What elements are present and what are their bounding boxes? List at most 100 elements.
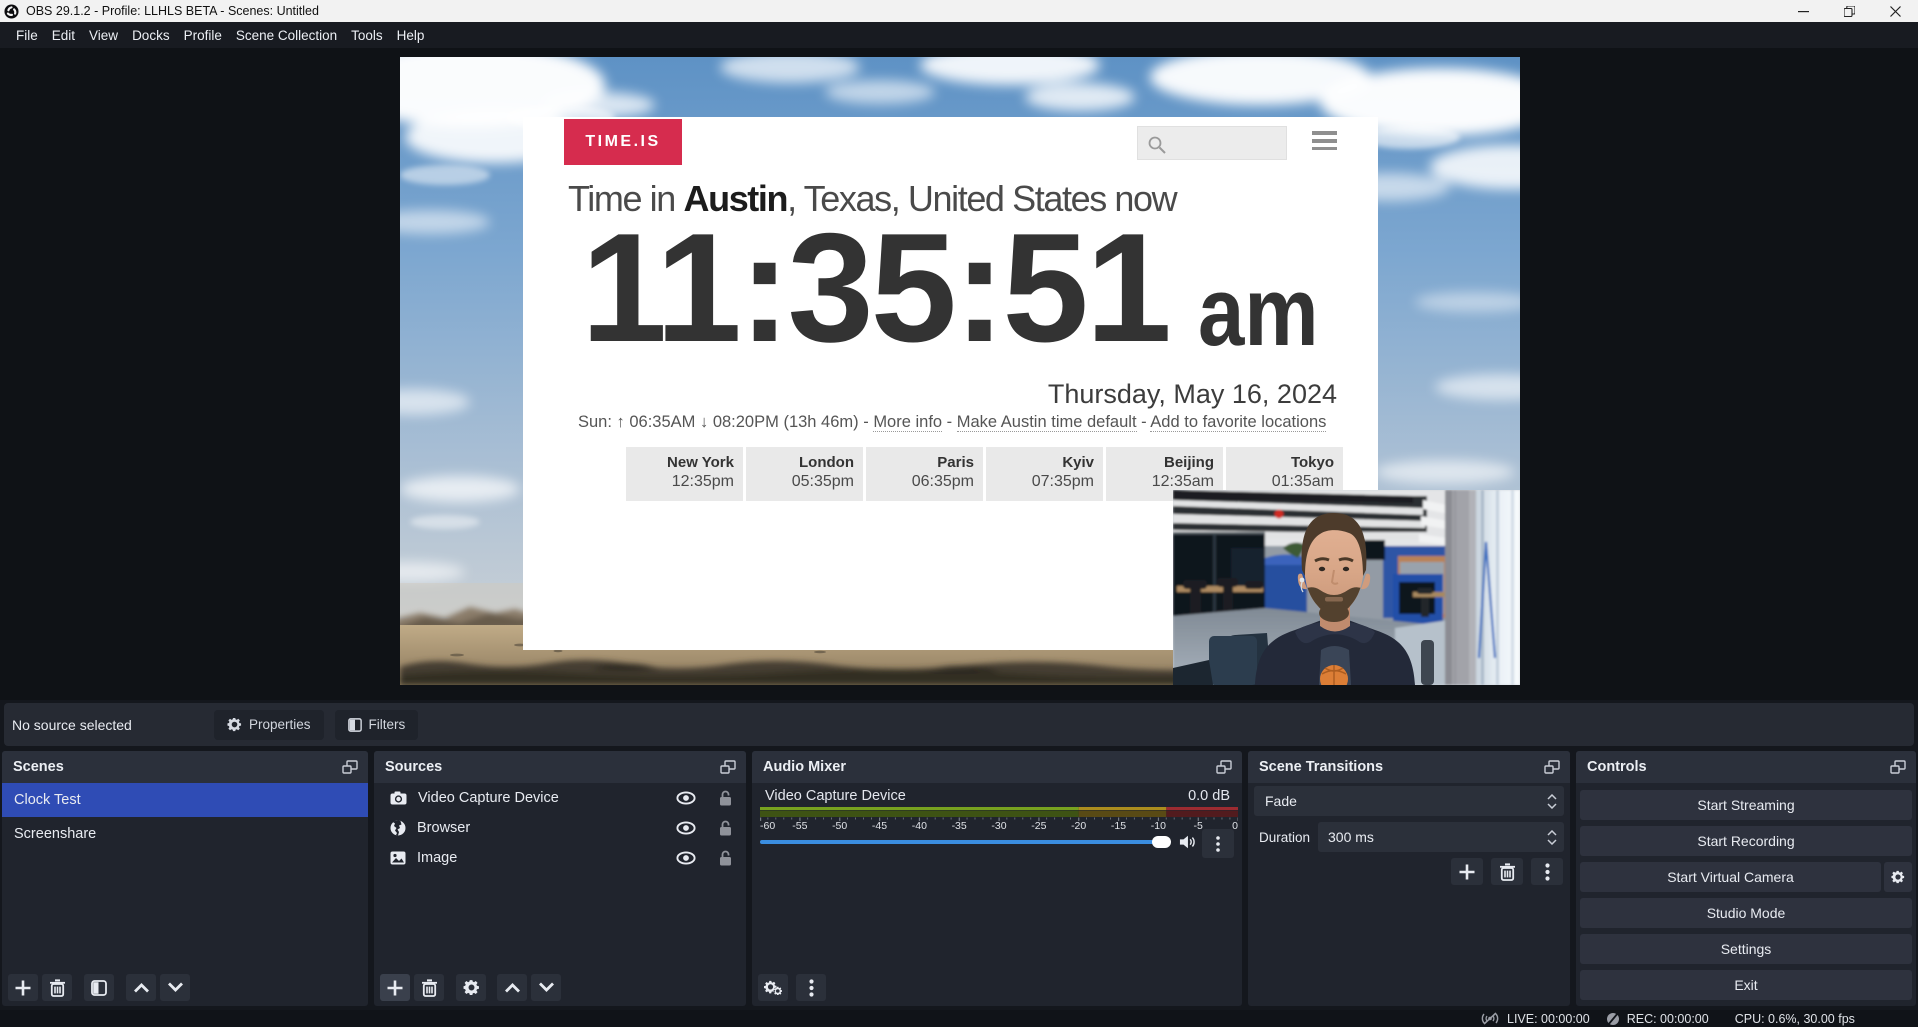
menu-edit[interactable]: Edit xyxy=(45,22,82,48)
advanced-audio-button[interactable] xyxy=(758,974,788,1001)
link-separator: - xyxy=(1137,413,1151,431)
minimize-button[interactable] xyxy=(1780,0,1826,22)
make-default-link[interactable]: Make Austin time default xyxy=(957,413,1137,432)
filters-button[interactable]: Filters xyxy=(335,710,419,740)
source-properties-button[interactable] xyxy=(456,974,486,1001)
menu-scene-collection[interactable]: Scene Collection xyxy=(229,22,344,48)
source-browser[interactable]: Browser xyxy=(374,813,746,843)
exit-button[interactable]: Exit xyxy=(1580,970,1912,1000)
volume-slider[interactable] xyxy=(760,833,1197,851)
start-recording-button[interactable]: Start Recording xyxy=(1580,826,1912,856)
start-streaming-button[interactable]: Start Streaming xyxy=(1580,790,1912,820)
image-icon xyxy=(390,851,406,865)
more-info-link[interactable]: More info xyxy=(873,413,942,432)
duration-spinbox[interactable]: 300 ms xyxy=(1318,822,1564,852)
restore-button[interactable] xyxy=(1826,0,1872,22)
remove-source-button[interactable] xyxy=(414,974,444,1001)
menu-docks[interactable]: Docks xyxy=(125,22,177,48)
live-status-icon xyxy=(1480,1012,1500,1025)
scene-label: Clock Test xyxy=(14,792,81,808)
controls-title: Controls xyxy=(1587,759,1647,775)
gear-icon xyxy=(227,717,242,732)
menu-help[interactable]: Help xyxy=(390,22,432,48)
mixer-channel-level: 0.0 dB xyxy=(1188,788,1230,804)
title-bar: OBS 29.1.2 - Profile: LLHLS BETA - Scene… xyxy=(0,0,1918,22)
studio-mode-button[interactable]: Studio Mode xyxy=(1580,898,1912,928)
popout-icon[interactable] xyxy=(720,760,736,774)
scene-label: Screenshare xyxy=(14,826,96,842)
popout-icon[interactable] xyxy=(1890,760,1906,774)
menu-profile[interactable]: Profile xyxy=(177,22,229,48)
menu-tools[interactable]: Tools xyxy=(344,22,390,48)
mixer-channel-menu-button[interactable] xyxy=(1202,829,1234,858)
timeis-ampm: am xyxy=(1198,263,1319,360)
up-icon xyxy=(504,982,521,993)
properties-button[interactable]: Properties xyxy=(214,710,324,740)
spinner-control[interactable] xyxy=(1540,794,1564,809)
city-name: Tokyo xyxy=(1226,454,1334,471)
remove-scene-button[interactable] xyxy=(42,974,72,1001)
spinner-control[interactable] xyxy=(1540,830,1564,845)
city-newyork[interactable]: New York12:35pm xyxy=(626,447,743,501)
move-scene-down-button[interactable] xyxy=(160,974,190,1001)
sources-panel: Sources Video Capture DeviceBrowserImage xyxy=(374,751,746,1006)
close-button[interactable] xyxy=(1872,0,1918,22)
mixer-channel-name: Video Capture Device xyxy=(765,788,906,804)
popout-icon[interactable] xyxy=(1216,760,1232,774)
popout-icon[interactable] xyxy=(1544,760,1560,774)
tick-label: -10 xyxy=(1151,820,1166,832)
spin-down-icon[interactable] xyxy=(1547,839,1557,845)
spin-up-icon[interactable] xyxy=(1547,830,1557,836)
add-transition-button[interactable] xyxy=(1451,858,1483,885)
obs-window: OBS 29.1.2 - Profile: LLHLS BETA - Scene… xyxy=(0,0,1918,1027)
city-time: 06:35pm xyxy=(866,473,974,491)
virtual-camera-config-button[interactable] xyxy=(1884,862,1912,892)
scene-filters-button[interactable] xyxy=(84,974,114,1001)
city-time: 01:35am xyxy=(1226,473,1334,491)
context-bar: No source selected Properties Filters xyxy=(4,703,1914,746)
visibility-toggle[interactable] xyxy=(676,851,696,865)
move-source-down-button[interactable] xyxy=(531,974,561,1001)
city-time: 12:35pm xyxy=(626,473,734,491)
source-video-capture-device[interactable]: Video Capture Device xyxy=(374,783,746,813)
timeis-search-input[interactable] xyxy=(1137,126,1287,160)
transition-select[interactable]: Fade xyxy=(1254,786,1564,816)
filter-icon xyxy=(348,718,362,732)
lock-toggle[interactable] xyxy=(719,790,732,806)
move-source-up-button[interactable] xyxy=(497,974,527,1001)
timeis-menu-icon[interactable] xyxy=(1312,131,1337,150)
live-time: LIVE: 00:00:00 xyxy=(1507,1012,1590,1026)
chevron-up-icon xyxy=(1547,794,1557,800)
city-kyiv[interactable]: Kyiv07:35pm xyxy=(986,447,1103,501)
audio-mixer-menu-button[interactable] xyxy=(796,974,826,1001)
video-preview[interactable]: TIME.IS Time in Austin, Texas, United St… xyxy=(400,57,1520,685)
volume-slider-handle[interactable] xyxy=(1152,836,1171,848)
scene-screenshare[interactable]: Screenshare xyxy=(2,817,368,851)
add-favorite-link[interactable]: Add to favorite locations xyxy=(1150,413,1326,432)
audio-mixer-title: Audio Mixer xyxy=(763,759,846,775)
scene-clock-test[interactable]: Clock Test xyxy=(2,783,368,817)
speaker-icon[interactable] xyxy=(1178,834,1197,850)
add-scene-button[interactable] xyxy=(8,974,38,1001)
add-source-button[interactable] xyxy=(380,974,410,1001)
city-london[interactable]: London05:35pm xyxy=(746,447,863,501)
menu-view[interactable]: View xyxy=(82,22,125,48)
city-paris[interactable]: Paris06:35pm xyxy=(866,447,983,501)
popout-icon[interactable] xyxy=(342,760,358,774)
city-time: 05:35pm xyxy=(746,473,854,491)
menu-file[interactable]: File xyxy=(9,22,45,48)
remove-transition-button[interactable] xyxy=(1491,858,1523,885)
source-image[interactable]: Image xyxy=(374,843,746,873)
transition-menu-button[interactable] xyxy=(1531,858,1563,885)
settings-button[interactable]: Settings xyxy=(1580,934,1912,964)
visibility-toggle[interactable] xyxy=(676,821,696,835)
start-virtual-camera-button[interactable]: Start Virtual Camera xyxy=(1580,862,1881,892)
lock-toggle[interactable] xyxy=(719,820,732,836)
lock-toggle[interactable] xyxy=(719,850,732,866)
up-icon xyxy=(133,982,150,993)
obs-logo-icon xyxy=(4,4,19,19)
move-scene-up-button[interactable] xyxy=(126,974,156,1001)
timeis-date: Thursday, May 16, 2024 xyxy=(1048,381,1337,408)
visibility-toggle[interactable] xyxy=(676,791,696,805)
tick-label: -55 xyxy=(792,820,807,832)
